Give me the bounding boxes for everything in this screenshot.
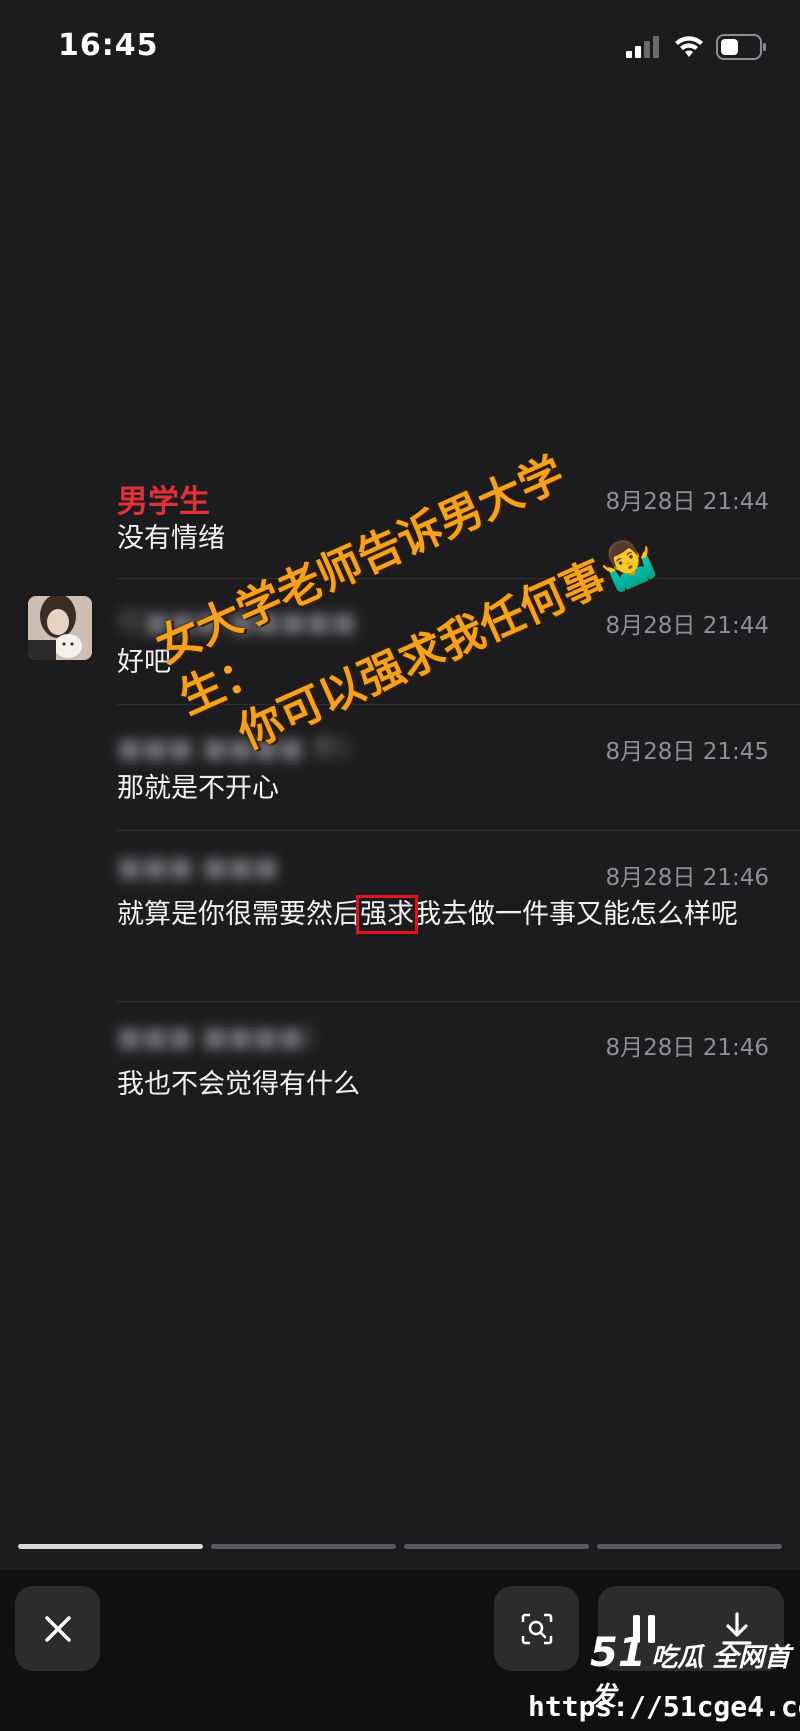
sender-name-blurred: ■■■ ■■■■) <box>117 1022 315 1053</box>
message-text: 我也不会觉得有什么 <box>117 1069 360 1100</box>
progress-segment <box>597 1544 782 1549</box>
message-time: 8月28日 21:44 <box>605 613 770 639</box>
status-bar: 16:45 <box>0 0 800 100</box>
highlighted-word: 强求 <box>356 895 418 934</box>
cellular-signal-icon <box>626 36 659 58</box>
avatar-image <box>28 596 92 660</box>
visual-lookup-button[interactable] <box>494 1586 579 1671</box>
visual-lookup-icon <box>521 1613 552 1644</box>
wifi-icon <box>675 36 703 57</box>
progress-segment <box>211 1544 396 1549</box>
site-watermark-url: https://51cge4.com <box>528 1690 800 1723</box>
caption-overlay: 女大学老师告诉男大学生： 你可以强求我任何事🤷‍♂️ <box>148 413 691 778</box>
progress-segment <box>18 1544 203 1549</box>
message-time: 8月28日 21:46 <box>605 865 770 891</box>
story-progress <box>18 1544 782 1549</box>
battery-icon <box>716 34 766 60</box>
divider <box>117 1001 800 1002</box>
divider <box>117 830 800 831</box>
progress-segment <box>404 1544 589 1549</box>
close-button[interactable] <box>15 1586 100 1671</box>
message-time: 8月28日 21:46 <box>605 1035 770 1061</box>
status-icons <box>626 34 768 60</box>
message-text: 就算是你很需要然后强求我去做一件事又能怎么样呢 <box>117 895 738 934</box>
sender-name-blurred: ■■■ ■■■ <box>117 852 279 883</box>
message-time: 8月28日 21:45 <box>605 739 770 765</box>
avatar[interactable] <box>28 596 92 660</box>
status-time: 16:45 <box>58 28 159 63</box>
close-icon <box>44 1615 71 1642</box>
